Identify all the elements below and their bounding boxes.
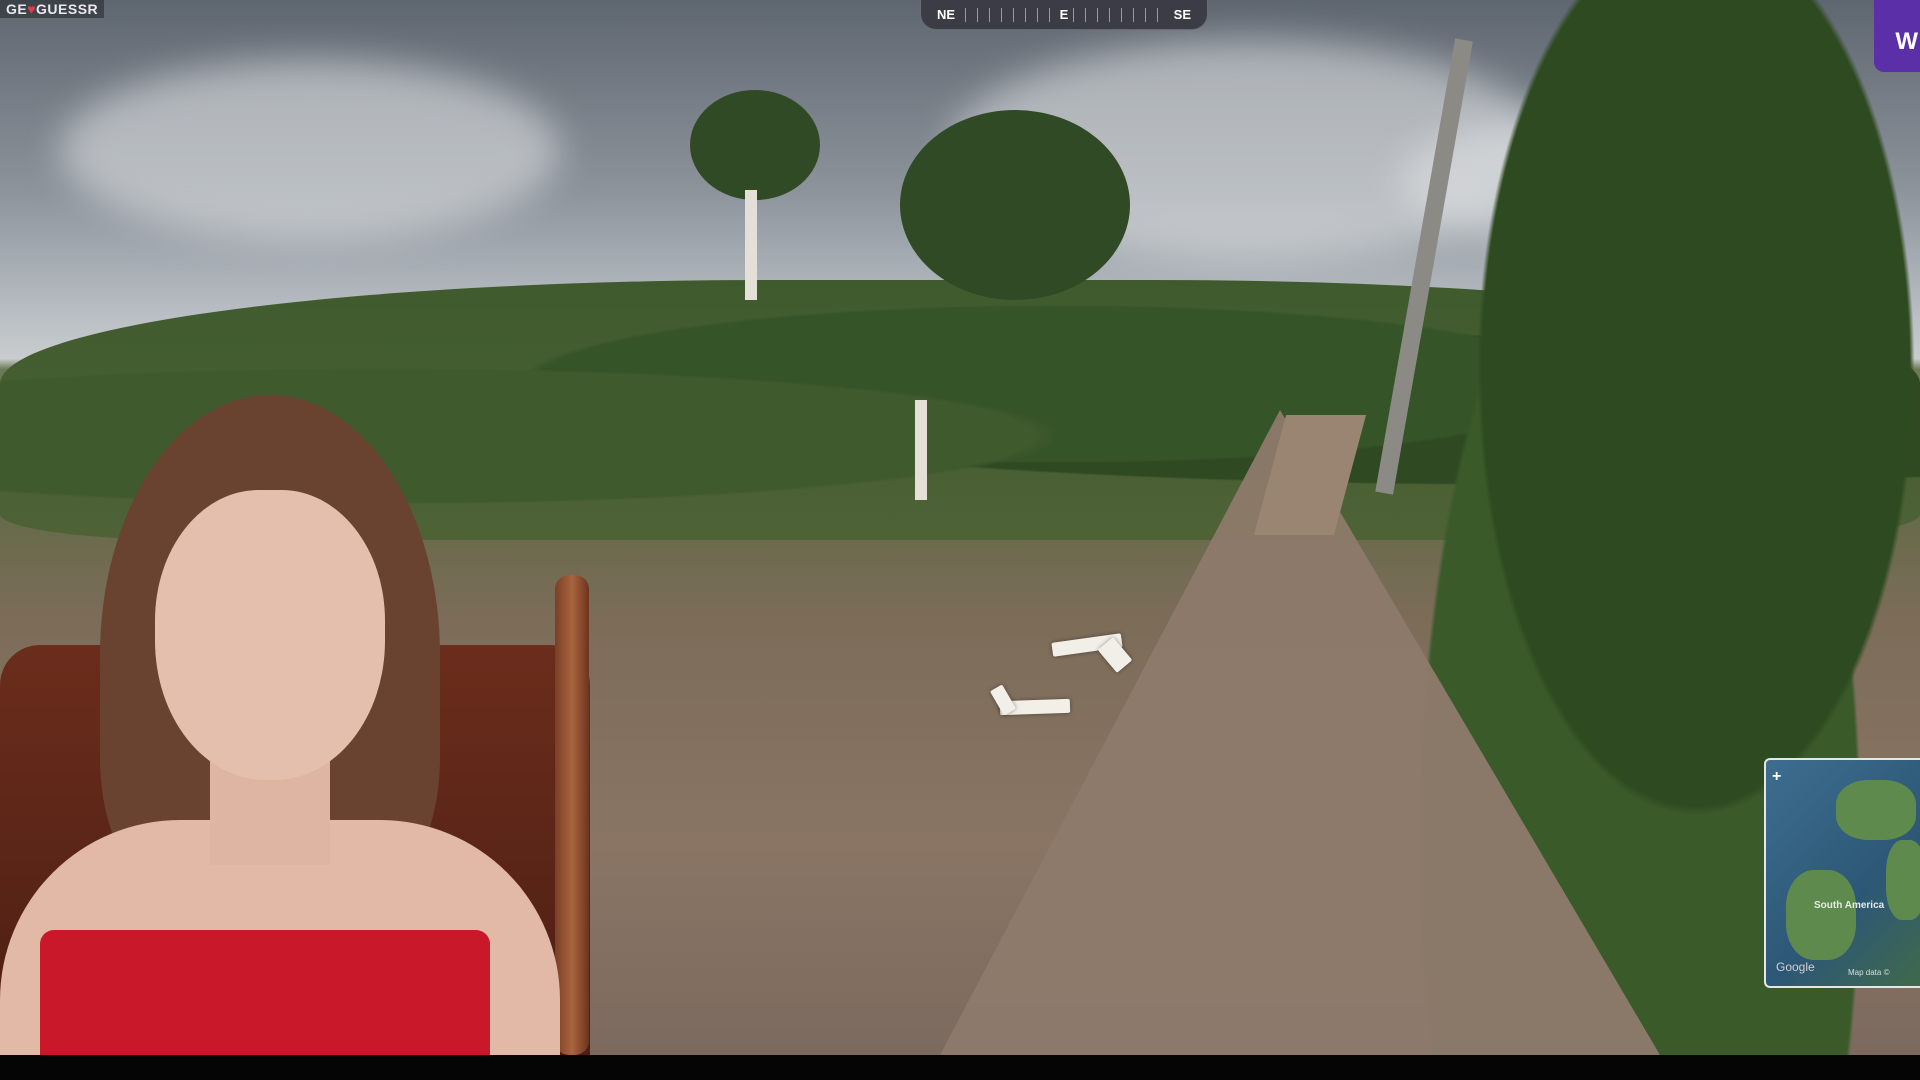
map-region-label: South America — [1814, 900, 1885, 911]
palm-trunk — [745, 190, 757, 300]
webcam-overlay — [0, 395, 600, 1055]
google-logo: Google — [1776, 960, 1815, 974]
palm-tree — [900, 110, 1130, 300]
guess-minimap[interactable]: + South America Google Map data © — [1764, 758, 1920, 988]
palm-tree — [690, 90, 820, 200]
red-dress — [40, 930, 490, 1055]
compass-e: E — [1055, 7, 1073, 22]
bottom-bar — [0, 1055, 1920, 1080]
compass: NE E SE — [920, 0, 1208, 30]
logo-text: GUESSR — [36, 1, 99, 17]
chair-post — [555, 575, 589, 1055]
map-data-credit: Map data © — [1848, 968, 1890, 977]
map-landmass — [1836, 780, 1916, 840]
cloud — [60, 60, 560, 240]
person-face — [155, 490, 385, 780]
compass-se: SE — [1173, 7, 1191, 22]
compass-ne: NE — [937, 7, 956, 22]
zoom-in-icon[interactable]: + — [1772, 768, 1781, 786]
tree-trunk — [915, 400, 927, 500]
map-landmass — [1886, 840, 1920, 920]
badge-letter: W — [1895, 28, 1918, 55]
map-landmass — [1786, 870, 1856, 960]
geoguessr-logo: GE♥GUESSR — [0, 0, 105, 18]
corner-badge: W — [1874, 0, 1920, 72]
heart-icon: ♥ — [27, 1, 37, 17]
logo-text: GE — [6, 1, 28, 17]
